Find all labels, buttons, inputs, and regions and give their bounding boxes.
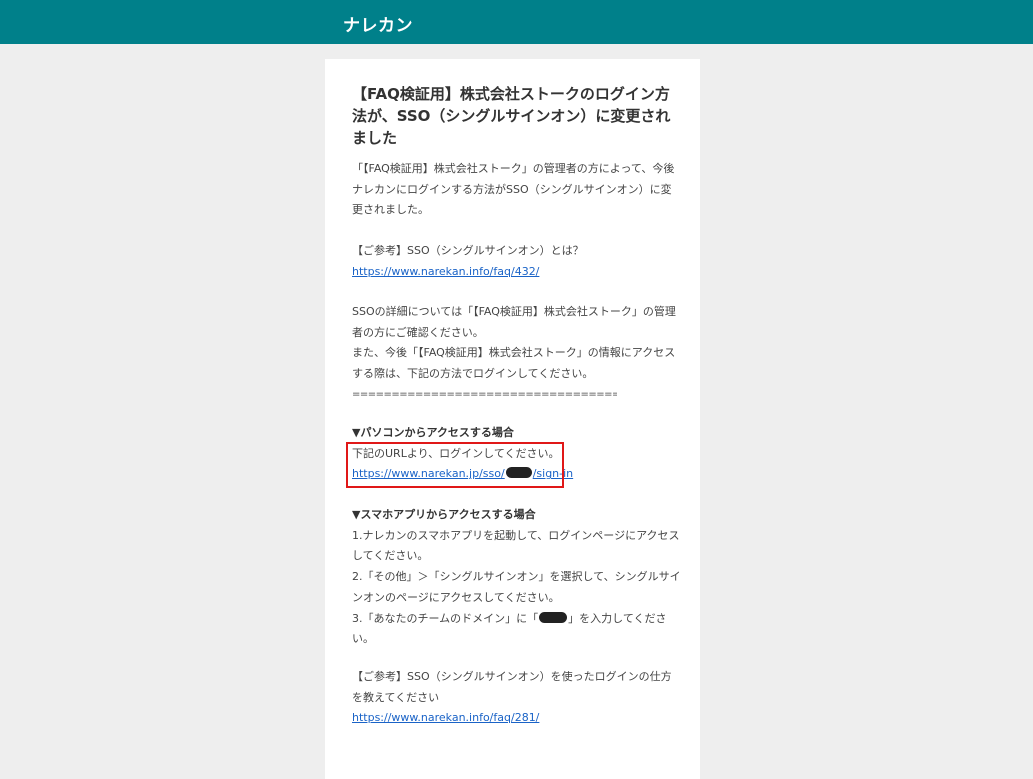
reference-1-label: 【ご参考】SSO（シングルサインオン）とは？ [352, 244, 584, 257]
app-step-3-prefix: 3.「あなたのチームのドメイン」に「 [352, 611, 539, 625]
red-highlight-box [346, 442, 564, 488]
reference-1-link[interactable]: https://www.narekan.info/faq/432/ [352, 265, 539, 278]
details-line-1: SSOの詳細については「【FAQ検証用】株式会社ストーク」の管理者の方にご確認く… [352, 305, 676, 339]
reference-1: 【ご参考】SSO（シングルサインオン）とは？ https://www.narek… [352, 241, 682, 282]
reference-2-link[interactable]: https://www.narekan.info/faq/281/ [352, 711, 539, 724]
app-header: ナレカン [0, 0, 1033, 44]
app-step-2: 2.「その他」＞「シングルサインオン」を選択して、シングルサインオンのページにア… [352, 570, 681, 604]
reference-2: 【ご参考】SSO（シングルサインオン）を使ったログインの仕方を教えてください h… [352, 667, 682, 729]
intro-paragraph: 「【FAQ検証用】株式会社ストーク」の管理者の方によって、今後ナレカンにログイン… [352, 162, 675, 217]
reference-2-label: 【ご参考】SSO（シングルサインオン）を使ったログインの仕方を教えてください [352, 670, 672, 704]
email-title: 【FAQ検証用】株式会社ストークのログイン方法が、SSO（シングルサインオン）に… [352, 85, 671, 147]
details-line-2: また、今後「【FAQ検証用】株式会社ストーク」の情報にアクセスする際は、下記の方… [352, 346, 676, 381]
separator-line: ======================================== [352, 388, 617, 400]
app-step-1: 1.ナレカンのスマホアプリを起動して、ログインページにアクセスしてください。 [352, 528, 680, 563]
app-access-section: ▼スマホアプリからアクセスする場合 1.ナレカンのスマホアプリを起動して、ログイ… [352, 505, 682, 650]
redacted-team-domain [539, 611, 568, 623]
app-step-3: 3.「あなたのチームのドメイン」に「 」を入力してください。 [352, 609, 682, 650]
brand-logo-text[interactable]: ナレカン [343, 11, 413, 36]
pc-access-heading: ▼パソコンからアクセスする場合 [352, 426, 514, 439]
details-block: SSOの詳細については「【FAQ検証用】株式会社ストーク」の管理者の方にご確認く… [352, 302, 682, 406]
app-access-heading: ▼スマホアプリからアクセスする場合 [352, 508, 536, 521]
email-card: 【FAQ検証用】株式会社ストークのログイン方法が、SSO（シングルサインオン）に… [325, 59, 700, 779]
